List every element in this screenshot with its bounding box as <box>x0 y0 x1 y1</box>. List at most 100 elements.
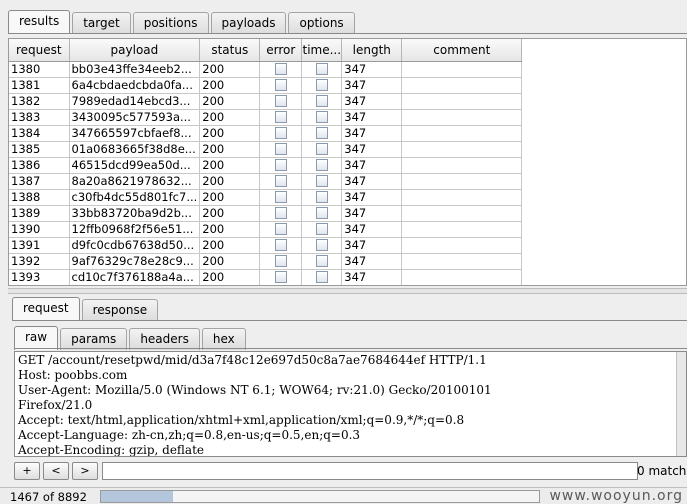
column-header-payload[interactable]: payload <box>69 39 201 62</box>
cell-payload: 12ffb0968f2f56e51... <box>69 221 201 238</box>
timeout-checkbox <box>315 207 328 219</box>
table-row[interactable]: 1388 c30fb4dc55d801fc7... 200 347 <box>9 189 523 206</box>
table-row[interactable]: 1382 7989edad14ebcd3... 200 347 <box>9 93 523 110</box>
cell-payload: 8a20a8621978632... <box>69 173 201 190</box>
cell-status: 200 <box>199 93 261 110</box>
table-row[interactable]: 1389 33bb83720ba9d2b... 200 347 <box>9 205 523 222</box>
cell-status: 200 <box>199 253 261 270</box>
tab-divider <box>14 348 687 349</box>
cell-comment <box>401 173 523 190</box>
cell-payload: 9af76329c78e28c9... <box>69 253 201 270</box>
timeout-checkbox <box>315 79 328 91</box>
cell-comment <box>401 141 523 158</box>
cell-timeout <box>301 157 343 174</box>
column-header-comment[interactable]: comment <box>401 39 523 62</box>
tab-payloads[interactable]: payloads <box>210 12 287 34</box>
table-row[interactable]: 1393 cd10c7f376188a4a... 200 347 <box>9 269 523 285</box>
cell-request: 1390 <box>9 221 70 238</box>
results-table-body: 1380 bb03e43ffe34eeb2... 200 347 1381 6a4cbda… <box>9 61 523 285</box>
cell-payload: 7989edad14ebcd3... <box>69 93 201 110</box>
results-table-panel[interactable]: request payload status error time... len… <box>8 38 687 286</box>
cell-length: 347 <box>341 189 403 206</box>
tab-request[interactable]: request <box>12 297 80 321</box>
search-next-button[interactable]: > <box>72 462 98 480</box>
table-row[interactable]: 1390 12ffb0968f2f56e51... 200 347 <box>9 221 523 238</box>
request-line: GET /account/resetpwd/mid/d3a7f48c12e697… <box>18 353 487 367</box>
timeout-checkbox <box>315 271 328 283</box>
cell-timeout <box>301 173 343 190</box>
cell-error <box>259 253 303 270</box>
timeout-checkbox <box>315 159 328 171</box>
column-header-error[interactable]: error <box>259 39 303 62</box>
timeout-checkbox <box>315 255 328 267</box>
cell-timeout <box>301 253 343 270</box>
cell-payload: c30fb4dc55d801fc7... <box>69 189 201 206</box>
tab-positions[interactable]: positions <box>132 12 209 34</box>
cell-comment <box>401 189 523 206</box>
table-row[interactable]: 1392 9af76329c78e28c9... 200 347 <box>9 253 523 270</box>
table-row[interactable]: 1387 8a20a8621978632... 200 347 <box>9 173 523 190</box>
cell-status: 200 <box>199 173 261 190</box>
table-row[interactable]: 1391 d9fc0cdb67638d50... 200 347 <box>9 237 523 254</box>
cell-length: 347 <box>341 61 403 78</box>
table-row[interactable]: 1383 3430095c577593a... 200 347 <box>9 109 523 126</box>
cell-comment <box>401 157 523 174</box>
cell-error <box>259 77 303 94</box>
column-header-status[interactable]: status <box>199 39 261 62</box>
cell-comment <box>401 253 523 270</box>
timeout-checkbox <box>315 143 328 155</box>
cell-status: 200 <box>199 77 261 94</box>
table-row[interactable]: 1384 347665597cbfaef8... 200 347 <box>9 125 523 142</box>
cell-request: 1384 <box>9 125 70 142</box>
search-previous-button[interactable]: < <box>43 462 69 480</box>
raw-request-editor[interactable]: GET /account/resetpwd/mid/d3a7f48c12e697… <box>14 351 687 457</box>
error-checkbox <box>274 271 287 283</box>
results-table: request payload status error time... len… <box>9 39 523 285</box>
cell-timeout <box>301 125 343 142</box>
cell-payload: d9fc0cdb67638d50... <box>69 237 201 254</box>
table-row[interactable]: 1381 6a4cbdaedcbda0fa... 200 347 <box>9 77 523 94</box>
column-header-request[interactable]: request <box>9 39 70 62</box>
cell-timeout <box>301 61 343 78</box>
cell-status: 200 <box>199 205 261 222</box>
tab-raw[interactable]: raw <box>14 326 59 350</box>
cell-comment <box>401 205 523 222</box>
search-options-button[interactable]: + <box>14 462 40 480</box>
cell-comment <box>401 93 523 110</box>
tab-params[interactable]: params <box>60 328 128 350</box>
tab-results[interactable]: results <box>8 10 71 34</box>
cell-payload: 3430095c577593a... <box>69 109 201 126</box>
tab-headers[interactable]: headers <box>129 328 200 350</box>
cell-request: 1388 <box>9 189 70 206</box>
timeout-checkbox <box>315 191 328 203</box>
cell-request: 1382 <box>9 93 70 110</box>
request-line: Accept: text/html,application/xhtml+xml,… <box>18 413 465 427</box>
search-bar: + < > 0 matches <box>14 462 687 482</box>
timeout-checkbox <box>315 63 328 75</box>
cell-timeout <box>301 93 343 110</box>
error-checkbox <box>274 63 287 75</box>
match-count: 0 matches <box>637 464 687 478</box>
tab-response[interactable]: response <box>81 299 159 321</box>
tab-hex[interactable]: hex <box>201 328 246 350</box>
timeout-checkbox <box>315 175 328 187</box>
search-input[interactable] <box>102 462 638 480</box>
status-bar: 1467 of 8892 www.wooyun.org <box>0 487 687 504</box>
table-row[interactable]: 1386 46515dcd99ea50d... 200 347 <box>9 157 523 174</box>
cell-length: 347 <box>341 141 403 158</box>
table-row[interactable]: 1380 bb03e43ffe34eeb2... 200 347 <box>9 61 523 78</box>
column-header-length[interactable]: length <box>341 39 403 62</box>
cell-status: 200 <box>199 141 261 158</box>
tab-options[interactable]: options <box>288 12 355 34</box>
tab-target[interactable]: target <box>72 12 131 34</box>
table-row[interactable]: 1385 01a0683665f38d8e... 200 347 <box>9 141 523 158</box>
tab-divider <box>12 320 687 321</box>
split-pane-divider[interactable] <box>8 288 687 294</box>
cell-payload: 347665597cbfaef8... <box>69 125 201 142</box>
editor-scrollbar[interactable] <box>676 352 686 456</box>
cell-payload: 6a4cbdaedcbda0fa... <box>69 77 201 94</box>
column-header-timeout[interactable]: time... <box>301 39 343 62</box>
request-progress-count: 1467 of 8892 <box>10 490 87 504</box>
view-tab-bar: raw params headers hex <box>14 326 248 350</box>
cell-timeout <box>301 109 343 126</box>
